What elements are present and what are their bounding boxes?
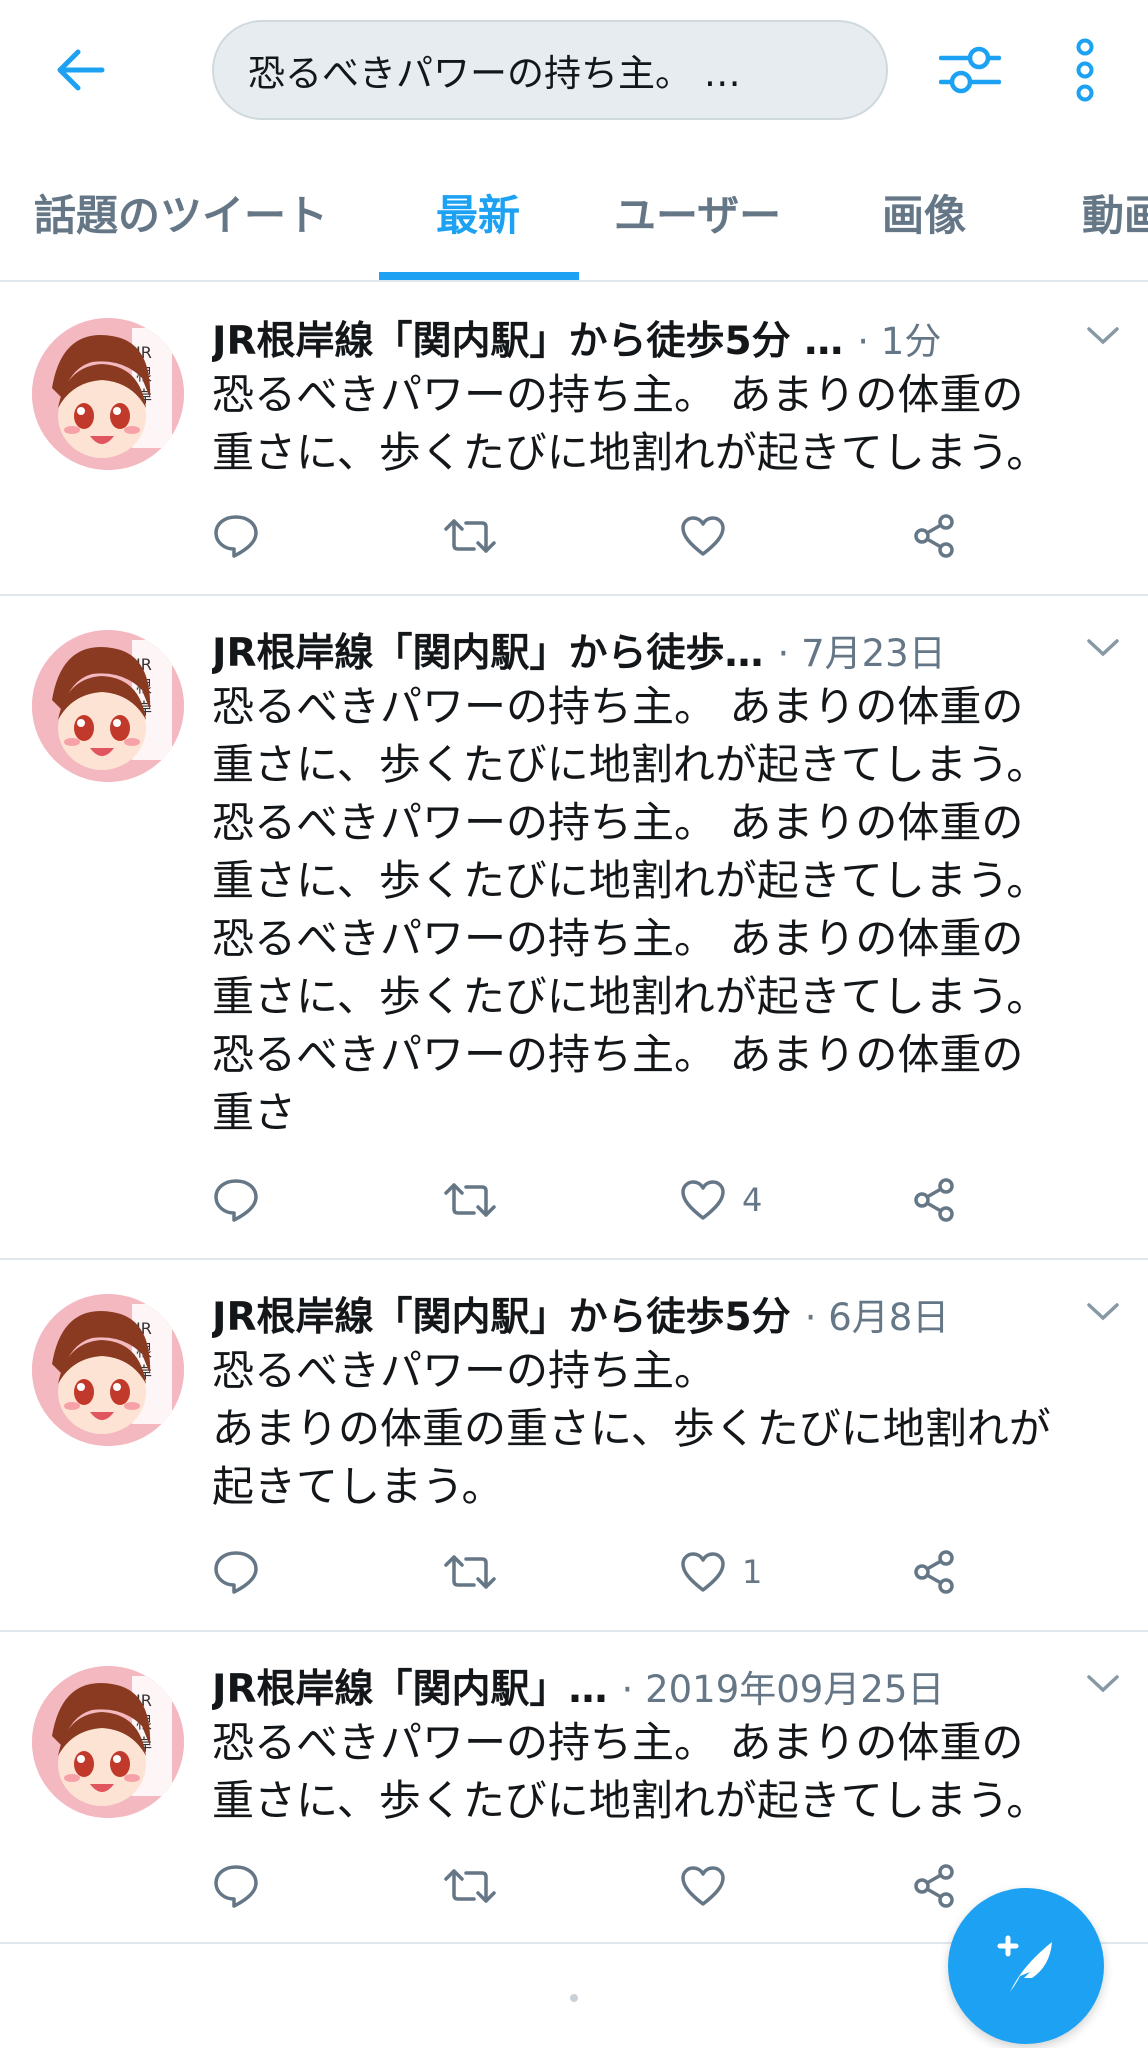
tweet-actions: 1 — [212, 1542, 1012, 1602]
tweet-card[interactable]: JR 根 岸 JR根岸線「関内駅」から徒歩5分 … · 1分 恐るべきパワーの持… — [0, 284, 1148, 596]
reply-button[interactable] — [212, 1170, 260, 1230]
reply-button[interactable] — [212, 1856, 260, 1916]
compose-tweet-button[interactable] — [948, 1888, 1104, 2044]
tweet-card[interactable]: JR 根 岸 JR根岸線「関内駅」… · 2019年09月25日 恐るべきパワー… — [0, 1632, 1148, 1944]
tweet-card[interactable]: JR 根 岸 JR根岸線「関内駅」から徒歩… · 7月23日 恐るべきパワーの持… — [0, 596, 1148, 1260]
retweet-button[interactable] — [444, 1542, 496, 1602]
tweet-actions — [212, 506, 1012, 566]
like-count: 1 — [742, 1553, 763, 1591]
share-button[interactable] — [912, 1856, 958, 1916]
heart-icon — [681, 1180, 725, 1220]
retweet-icon — [444, 519, 496, 553]
share-button[interactable] — [912, 1542, 958, 1602]
like-button[interactable] — [680, 1856, 742, 1916]
tweet-author-name[interactable]: JR根岸線「関内駅」から徒歩5分 — [212, 1286, 791, 1342]
back-button[interactable] — [40, 30, 120, 110]
tweet-author-name[interactable]: JR根岸線「関内駅」から徒歩… — [212, 622, 764, 678]
avatar-illustration: JR 根 岸 — [32, 630, 184, 782]
share-button[interactable] — [912, 506, 958, 566]
comment-icon — [214, 1179, 258, 1222]
tweet-timestamp: · 2019年09月25日 — [621, 1668, 945, 1711]
tweet-author-name[interactable]: JR根岸線「関内駅」… — [212, 1658, 608, 1714]
active-tab-indicator — [379, 272, 579, 280]
like-count: 4 — [742, 1181, 763, 1219]
chevron-down-icon[interactable] — [1086, 1674, 1120, 1694]
retweet-button[interactable] — [444, 506, 496, 566]
share-icon — [914, 1550, 954, 1594]
avatar-illustration: JR 根 岸 — [32, 1666, 184, 1818]
tab-images[interactable]: 画像 — [882, 160, 966, 280]
like-button[interactable]: 4 — [680, 1170, 762, 1230]
reply-button[interactable] — [212, 506, 260, 566]
share-button[interactable] — [912, 1170, 958, 1230]
tab-top-tweets[interactable]: 話題のツイート — [34, 160, 328, 280]
heart-icon — [681, 516, 725, 556]
avatar[interactable]: JR 根 岸 — [32, 318, 184, 470]
retweet-icon — [444, 1555, 496, 1589]
tweet-timestamp: · 1分 — [857, 320, 942, 363]
vertical-dots-icon — [1076, 38, 1094, 102]
tweet-author-name[interactable]: JR根岸線「関内駅」から徒歩5分 … — [212, 310, 843, 366]
avatar[interactable]: JR 根 岸 — [32, 1294, 184, 1446]
tweet-actions: 4 — [212, 1170, 1012, 1230]
tweet-card[interactable]: JR 根 岸 JR根岸線「関内駅」から徒歩5分 · 6月8日 恐るべきパワーの持… — [0, 1260, 1148, 1632]
search-query-text: 恐るべきパワーの持ち主。 … — [248, 52, 741, 95]
chevron-down-icon[interactable] — [1086, 638, 1120, 658]
tab-users[interactable]: ユーザー — [614, 160, 781, 280]
share-icon — [914, 514, 954, 558]
avatar[interactable]: JR 根 岸 — [32, 1666, 184, 1818]
tweet-timestamp: · 6月8日 — [804, 1296, 950, 1339]
tab-videos[interactable]: 動画 — [1082, 160, 1148, 280]
comment-icon — [214, 515, 258, 558]
share-icon — [914, 1864, 954, 1908]
heart-icon — [681, 1552, 725, 1592]
like-button[interactable]: 1 — [680, 1542, 762, 1602]
retweet-button[interactable] — [444, 1170, 496, 1230]
tweet-text: 恐るべきパワーの持ち主。 あまりの体重の 重さに、歩くたびに地割れが起きてしまう… — [212, 1718, 1049, 1825]
retweet-button[interactable] — [444, 1856, 496, 1916]
share-icon — [914, 1178, 954, 1222]
search-input[interactable]: 恐るべきパワーの持ち主。 … — [212, 20, 888, 120]
arrow-left-icon — [57, 49, 105, 91]
reply-button[interactable] — [212, 1542, 260, 1602]
comment-icon — [214, 1865, 258, 1908]
tab-latest[interactable]: 最新 — [436, 160, 520, 280]
avatar-illustration: JR 根 岸 — [32, 1294, 184, 1446]
more-options-button[interactable] — [1045, 30, 1125, 110]
tweet-text: 恐るべきパワーの持ち主。 あまりの体重の重さに、歩くたびに地割れが 起きてしまう… — [212, 1346, 1051, 1511]
search-tabs: 話題のツイート 最新 ユーザー 画像 動画 — [0, 160, 1148, 282]
top-bar: 恐るべきパワーの持ち主。 … — [0, 0, 1148, 140]
tweet-actions — [212, 1856, 1012, 1916]
filter-button[interactable] — [930, 30, 1010, 110]
sliders-icon — [939, 46, 1001, 94]
retweet-icon — [444, 1869, 496, 1903]
chevron-down-icon[interactable] — [1086, 326, 1120, 346]
tweet-text: 恐るべきパワーの持ち主。 あまりの体重の 重さに、歩くたびに地割れが起きてしまう… — [212, 682, 1049, 1137]
heart-icon — [681, 1866, 725, 1906]
chevron-down-icon[interactable] — [1086, 1302, 1120, 1322]
avatar[interactable]: JR 根 岸 — [32, 630, 184, 782]
tweet-timestamp: · 7月23日 — [777, 632, 946, 675]
scroll-indicator-dot — [570, 1994, 578, 2002]
retweet-icon — [444, 1183, 496, 1217]
comment-icon — [214, 1551, 258, 1594]
like-button[interactable] — [680, 506, 742, 566]
avatar-illustration: JR 根 岸 — [32, 318, 184, 470]
tweet-text: 恐るべきパワーの持ち主。 あまりの体重の 重さに、歩くたびに地割れが起きてしまう… — [212, 370, 1049, 477]
compose-feather-icon — [997, 1935, 1052, 1992]
